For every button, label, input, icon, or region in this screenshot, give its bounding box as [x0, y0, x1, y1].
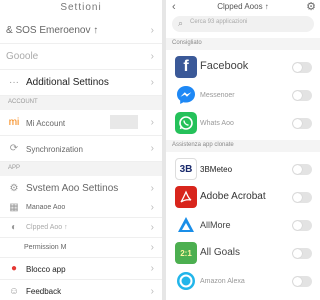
settings-item-google[interactable]: Gooole › [0, 44, 162, 70]
settings-item-mi-account[interactable]: mi Mi Account › [0, 110, 162, 136]
app-row-allmore[interactable]: AllMore [166, 212, 320, 238]
app-row-amazon-alexa[interactable]: Amazon Alexa [166, 268, 320, 294]
clone-toggle[interactable] [292, 220, 312, 231]
settings-item-sos[interactable]: & SOS Emeroenov ↑ › [0, 18, 162, 44]
cloned-apps-header: ‹ Clpped Aoos ↑ ⚙ [166, 0, 320, 14]
chevron-right-icon: › [150, 286, 154, 297]
whatsapp-icon [175, 112, 197, 134]
settings-item-label: Feedback [26, 287, 62, 296]
app-name: 3BMeteo [200, 165, 233, 174]
app-name: Adobe Acrobat [200, 191, 266, 202]
app-row-3bmeteo[interactable]: 3B 3BMeteo [166, 156, 320, 182]
chevron-right-icon: › [150, 117, 154, 128]
clone-toggle[interactable] [292, 248, 312, 259]
cloned-apps-title: Clpped Aoos ↑ [217, 2, 269, 11]
settings-item-label: Synchronization [26, 145, 83, 154]
settings-item-cloned-apps[interactable]: ◐ Clpped Aoo ↑ › [0, 218, 162, 238]
search-input[interactable]: ⌕ Cerca 93 applicazioni [172, 16, 314, 32]
clone-toggle[interactable] [292, 90, 312, 101]
app-name: AllMore [200, 220, 231, 230]
chevron-right-icon: › [150, 51, 154, 62]
chevron-right-icon: › [150, 263, 154, 274]
search-placeholder: Cerca 93 applicazioni [190, 19, 248, 25]
settings-item-permissions[interactable]: Permission M › [0, 238, 162, 258]
app-row-messenger[interactable]: Messenoer [166, 82, 320, 108]
chevron-right-icon: › [150, 143, 154, 154]
settings-item-label: Permission M [24, 244, 67, 251]
settings-item-label: Gooole [6, 51, 39, 62]
settings-item-label: Svstem Aoo Settinos [26, 183, 119, 194]
section-account: ACCOUNT [0, 96, 162, 110]
redacted-block [110, 115, 138, 129]
messenger-icon [175, 84, 197, 106]
grid-icon: ▦ [9, 202, 19, 213]
chevron-right-icon: › [150, 242, 154, 253]
app-name: Whats Aoo [200, 120, 234, 127]
settings-item-app-lock[interactable]: ● Blocco app › [0, 258, 162, 280]
settings-panel: Settioni & SOS Emeroenov ↑ › Gooole › ··… [0, 0, 162, 300]
settings-item-label: Blocco app [26, 265, 66, 274]
all-goals-icon: 2:1 [175, 242, 197, 264]
clone-toggle[interactable] [292, 164, 312, 175]
settings-item-manage-apps[interactable]: ▦ Manaoe Aoo › [0, 198, 162, 218]
cloned-apps-panel: ‹ Clpped Aoos ↑ ⚙ ⌕ Cerca 93 applicazion… [166, 0, 320, 300]
section-supported: Assistenza app clonate [166, 140, 320, 152]
settings-item-additional[interactable]: ··· Additional Settinos › [0, 70, 162, 96]
settings-item-sync[interactable]: ⟳ Synchronization › [0, 136, 162, 162]
chevron-right-icon: › [150, 77, 154, 88]
app-name: Facebook [200, 60, 249, 72]
app-name: Messenoer [200, 92, 235, 99]
app-name: Amazon Alexa [200, 278, 245, 285]
chevron-right-icon: › [150, 25, 154, 36]
gear-icon[interactable]: ⚙ [306, 0, 316, 13]
clone-toggle[interactable] [292, 192, 312, 203]
feedback-icon: ☺ [8, 286, 20, 297]
app-row-adobe-acrobat[interactable]: Adobe Acrobat [166, 184, 320, 210]
settings-item-label: Mi Account [26, 119, 66, 128]
amazon-alexa-icon [175, 270, 197, 292]
settings-item-feedback[interactable]: ☺ Feedback › [0, 284, 162, 300]
chevron-right-icon: › [150, 183, 154, 194]
dots-icon: ··· [9, 77, 19, 88]
allmore-icon [175, 214, 197, 236]
app-row-facebook[interactable]: f Facebook [166, 54, 320, 80]
clone-icon: ◐ [10, 222, 18, 233]
search-icon: ⌕ [178, 18, 184, 28]
settings-item-label: Manaoe Aoo [26, 204, 66, 211]
app-row-whatsapp[interactable]: Whats Aoo [166, 110, 320, 136]
settings-item-label: Additional Settinos [26, 77, 109, 88]
clone-toggle[interactable] [292, 62, 312, 73]
app-row-all-goals[interactable]: 2:1 All Goals [166, 240, 320, 266]
lock-icon: ● [10, 263, 18, 274]
sync-icon: ⟳ [9, 143, 19, 154]
section-app: APP [0, 162, 162, 176]
chevron-right-icon: › [150, 202, 154, 213]
adobe-acrobat-icon [175, 186, 197, 208]
clone-toggle[interactable] [292, 118, 312, 129]
clone-toggle[interactable] [292, 276, 312, 287]
settings-item-label: & SOS Emeroenov ↑ [6, 25, 99, 36]
app-name: All Goals [200, 247, 241, 258]
facebook-icon: f [175, 56, 197, 78]
mi-icon: mi [8, 117, 20, 128]
settings-item-label: Clpped Aoo ↑ [26, 224, 68, 231]
gear-icon: ⚙ [9, 183, 19, 194]
3bmeteo-icon: 3B [175, 158, 197, 180]
section-suggested: Consigliato [166, 38, 320, 50]
chevron-right-icon: › [150, 222, 154, 233]
settings-title: Settioni [60, 2, 102, 13]
